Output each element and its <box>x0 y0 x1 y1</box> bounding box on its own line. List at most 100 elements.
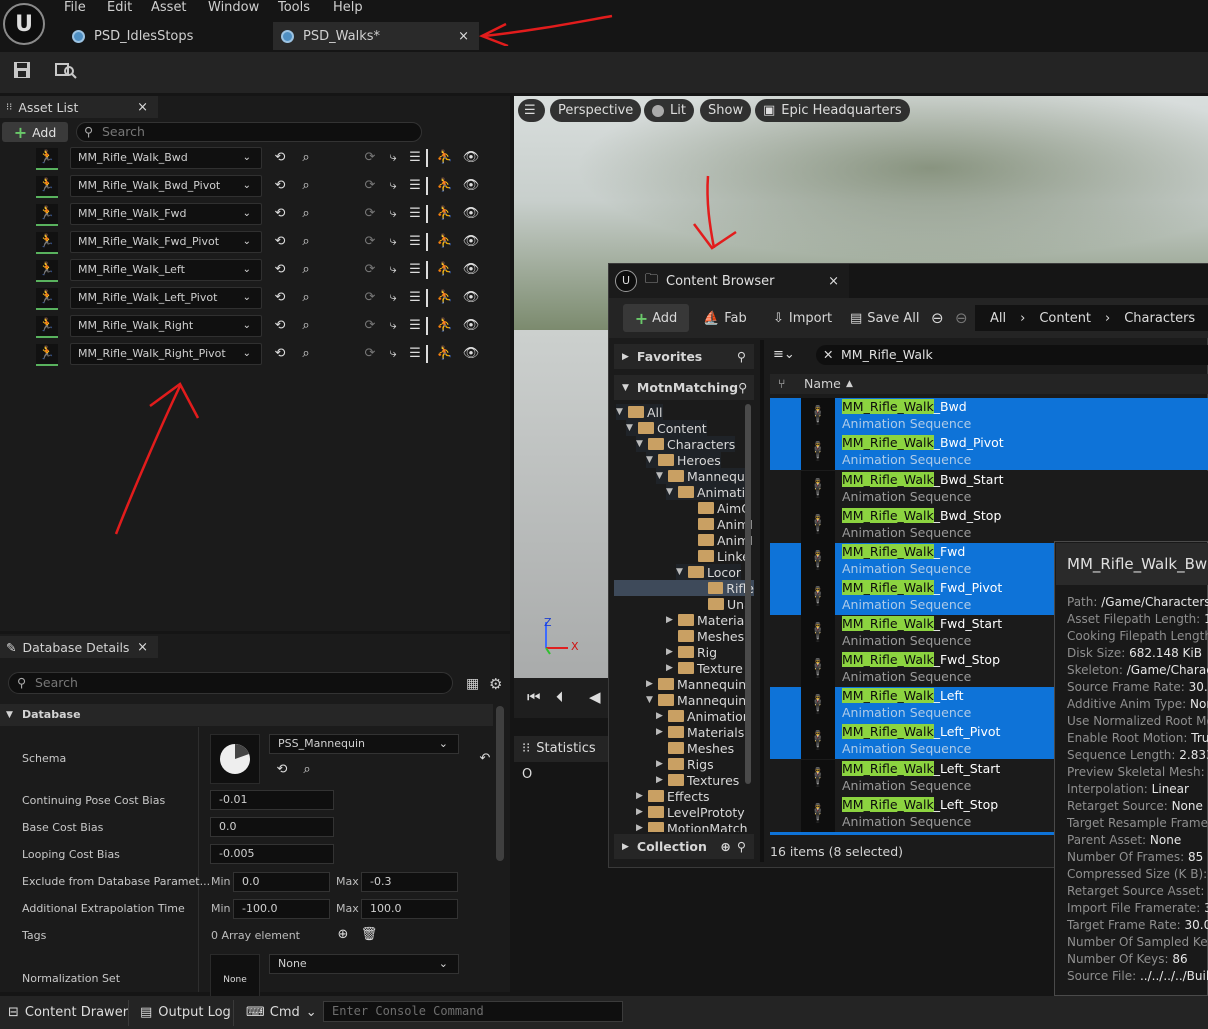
folder-tree-item[interactable]: AnimI <box>686 516 753 532</box>
menu-tools[interactable]: Tools <box>278 0 310 16</box>
folder-tree-item[interactable]: ▼ All <box>616 404 663 420</box>
folder-tree-item[interactable]: ▶ Textures <box>656 772 739 788</box>
show-button[interactable]: Show <box>700 99 752 122</box>
asset-picker-dropdown[interactable]: MM_Rifle_Walk_Bwd ⌄ <box>70 147 262 169</box>
folder-tree-item[interactable]: ▶ Materials <box>656 724 744 740</box>
loop-icon[interactable]: ⟳ <box>361 205 379 223</box>
history-forward-icon[interactable]: ⊖ <box>955 304 968 332</box>
mirror-icon[interactable]: ☰ <box>406 261 424 279</box>
content-browser-close-icon[interactable]: × <box>828 274 839 289</box>
reset-arrow-icon[interactable]: ↶ <box>476 750 494 768</box>
disable-reselection-icon[interactable]: ⛹ <box>436 345 454 363</box>
menu-help[interactable]: Help <box>333 0 363 16</box>
folder-tree-item[interactable]: Rifle <box>614 580 754 596</box>
folder-tree-item[interactable]: Meshes <box>656 740 734 756</box>
menu-window[interactable]: Window <box>208 0 259 16</box>
history-back-icon[interactable]: ⊖ <box>931 304 944 332</box>
trash-icon[interactable]: 🗑 <box>360 926 378 944</box>
browse-icon[interactable]: ⌕ <box>297 149 315 167</box>
looping-cost-bias-field[interactable]: -0.005 <box>210 844 334 864</box>
folder-tree-item[interactable]: ▶ Rig <box>666 644 717 660</box>
asset-list-item[interactable]: 🕴 MM_Rifle_Walk_Bwd_Stop Animation Sequenc… <box>770 507 1208 543</box>
browse-icon[interactable]: ⌕ <box>297 177 315 195</box>
skip-start-icon[interactable]: ⏮ <box>527 688 541 706</box>
mirror-icon[interactable]: ☰ <box>406 205 424 223</box>
splitter[interactable] <box>760 340 764 862</box>
asset-list-item[interactable]: 🕴 MM_Rifle_Walk_Bwd_Pivot Animation Sequen… <box>770 434 1208 470</box>
statistics-tab[interactable]: ⁝⁝ Statistics O <box>514 736 610 782</box>
asset-list-item[interactable]: 🕴 MM_Rifle_Walk_Bwd_Start Animation Sequen… <box>770 471 1208 507</box>
root-motion-icon[interactable]: ⤷ <box>384 177 402 195</box>
favorites-section[interactable]: ▶ Favorites ⚲ <box>614 344 754 369</box>
asset-list-row[interactable]: 🏃 MM_Rifle_Walk_Right_Pivot ⌄ ⟲ ⌕ ⟳ ⤷ ☰ ⛹ 👁 <box>0 342 510 370</box>
loop-icon[interactable]: ⟳ <box>361 149 379 167</box>
asset-picker-dropdown[interactable]: MM_Rifle_Walk_Right_Pivot ⌄ <box>70 343 262 365</box>
use-selected-icon[interactable]: ⟲ <box>271 233 289 251</box>
search-icon[interactable]: ⚲ <box>737 839 746 854</box>
browse-icon[interactable]: ⌕ <box>297 289 315 307</box>
asset-picker-dropdown[interactable]: MM_Rifle_Walk_Fwd ⌄ <box>70 203 262 225</box>
asset-picker-dropdown[interactable]: MM_Rifle_Walk_Right ⌄ <box>70 315 262 337</box>
tab-psd-walks[interactable]: PSD_Walks* × <box>273 22 479 50</box>
disable-reselection-icon[interactable]: ⛹ <box>436 317 454 335</box>
menu-file[interactable]: File <box>64 0 86 16</box>
tab-close-icon[interactable]: × <box>458 29 469 44</box>
use-selected-icon[interactable]: ⟲ <box>271 317 289 335</box>
use-selected-icon[interactable]: ⟲ <box>271 205 289 223</box>
breadcrumb-characters[interactable]: Characters <box>1124 311 1195 326</box>
schema-thumbnail[interactable] <box>210 734 260 784</box>
folder-tree-item[interactable]: Una <box>696 596 752 612</box>
root-motion-icon[interactable]: ⤷ <box>384 289 402 307</box>
visibility-eye-icon[interactable]: 👁 <box>462 345 480 363</box>
exclude-max-field[interactable]: -0.3 <box>361 872 458 892</box>
browse-icon[interactable]: ⌕ <box>297 233 315 251</box>
folder-tree-item[interactable]: ▶ Effects <box>636 788 710 804</box>
mirror-icon[interactable]: ☰ <box>406 289 424 307</box>
save-icon[interactable] <box>11 60 33 82</box>
viewport-menu-icon[interactable]: ☰ <box>518 99 545 122</box>
step-back-icon[interactable]: ⏴ <box>556 688 564 706</box>
add-collection-icon[interactable]: ⊕ <box>720 839 730 854</box>
asset-picker-dropdown[interactable]: MM_Rifle_Walk_Bwd_Pivot ⌄ <box>70 175 262 197</box>
content-search-input[interactable]: ✕ MM_Rifle_Walk <box>816 345 1208 365</box>
folder-tree-item[interactable]: ▼ Mannequ <box>656 468 745 484</box>
panel-close-icon[interactable]: × <box>137 100 148 115</box>
exclude-min-field[interactable]: 0.0 <box>233 872 330 892</box>
cmd-dropdown[interactable]: ⌨ Cmd ⌄ <box>246 996 317 1029</box>
extrapolation-max-field[interactable]: 100.0 <box>361 899 458 919</box>
tree-scrollbar[interactable] <box>745 404 751 784</box>
asset-picker-dropdown[interactable]: MM_Rifle_Walk_Fwd_Pivot ⌄ <box>70 231 262 253</box>
visibility-eye-icon[interactable]: 👁 <box>462 149 480 167</box>
disable-reselection-icon[interactable]: ⛹ <box>436 205 454 223</box>
database-details-tab[interactable]: ✎ Database Details × <box>0 636 158 658</box>
normalization-dropdown[interactable]: None ⌄ <box>269 954 459 974</box>
add-element-icon[interactable]: ⊕ <box>334 926 352 944</box>
filter-icon[interactable]: ≡⌄ <box>773 347 795 362</box>
use-selected-icon[interactable]: ⟲ <box>271 345 289 363</box>
folder-tree-item[interactable]: ▶ LevelPrototy <box>636 804 745 820</box>
use-selected-icon[interactable]: ⟲ <box>271 177 289 195</box>
disable-reselection-icon[interactable]: ⛹ <box>436 289 454 307</box>
breadcrumb-all[interactable]: All <box>990 311 1006 326</box>
search-icon[interactable]: ⚲ <box>738 380 747 395</box>
asset-list-row[interactable]: 🏃 MM_Rifle_Walk_Fwd_Pivot ⌄ ⟲ ⌕ ⟳ ⤷ ☰ ⛹ 👁 <box>0 230 510 258</box>
name-column-header[interactable]: Name <box>804 374 841 394</box>
settings-gear-icon[interactable]: ⚙ <box>489 675 502 693</box>
mirror-icon[interactable]: ☰ <box>406 345 424 363</box>
folder-tree-item[interactable]: ▶ Rigs <box>656 756 714 772</box>
add-button[interactable]: + Add <box>2 122 68 142</box>
browse-icon[interactable]: ⌕ <box>297 317 315 335</box>
folder-tree-item[interactable]: ▶ Animation <box>656 708 751 724</box>
browse-icon[interactable]: ⌕ <box>298 761 316 779</box>
disable-reselection-icon[interactable]: ⛹ <box>436 149 454 167</box>
lit-button[interactable]: Lit <box>644 99 694 122</box>
browse-icon[interactable]: ⌕ <box>297 205 315 223</box>
loop-icon[interactable]: ⟳ <box>361 261 379 279</box>
disable-reselection-icon[interactable]: ⛹ <box>436 261 454 279</box>
import-button[interactable]: ⇩ Import <box>773 304 832 332</box>
use-selected-icon[interactable]: ⟲ <box>271 261 289 279</box>
database-section-header[interactable]: ▼ Database <box>0 704 493 726</box>
mirror-icon[interactable]: ☰ <box>406 149 424 167</box>
column-header[interactable]: ⑂ Name ▲ <box>770 374 1208 394</box>
use-selected-icon[interactable]: ⟲ <box>271 289 289 307</box>
